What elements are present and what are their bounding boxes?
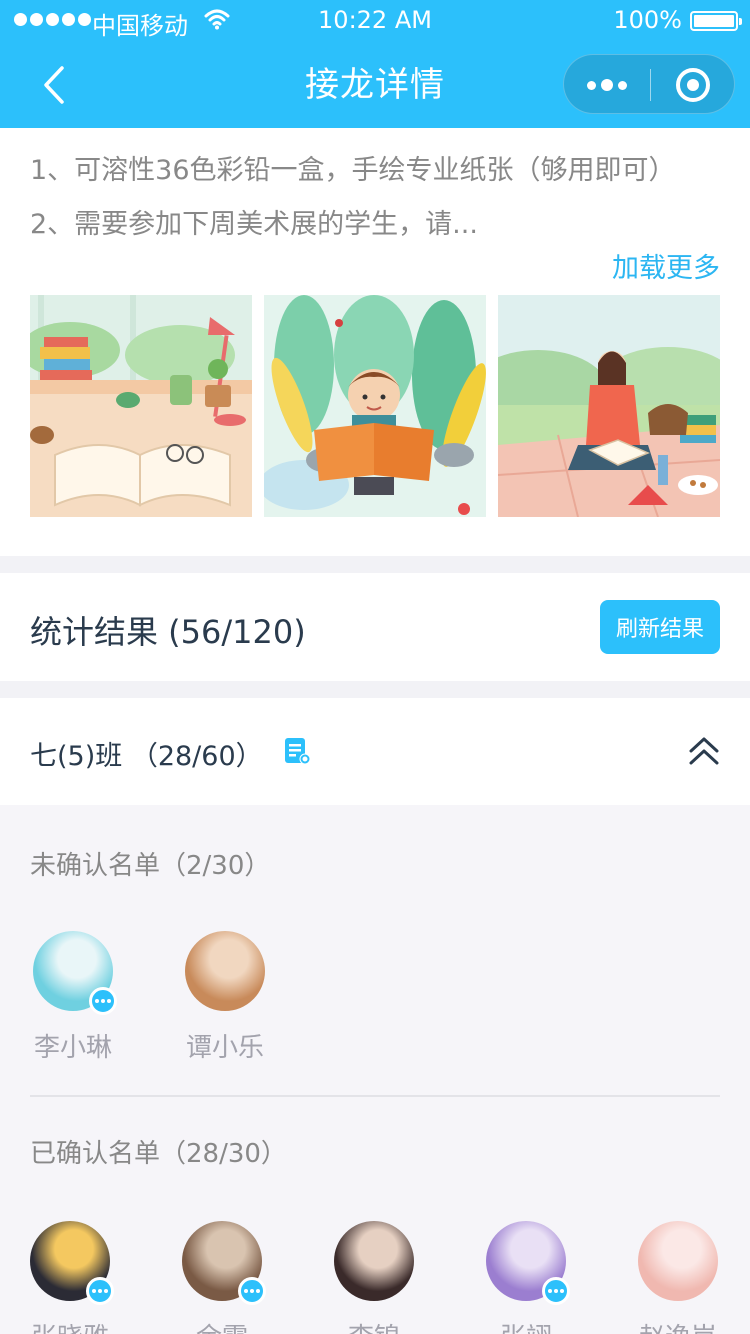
member-item[interactable]: 张晓雅 [15, 1221, 125, 1334]
member-name: 张翊 [471, 1317, 581, 1334]
avatar[interactable] [182, 1221, 266, 1305]
refresh-results-button[interactable]: 刷新结果 [600, 600, 720, 654]
boy-reading-illustration[interactable] [264, 295, 486, 517]
battery-icon [690, 11, 742, 31]
capsule-divider [650, 69, 651, 101]
member-item[interactable]: 李小琳 [18, 931, 128, 1064]
desk-books-illustration[interactable] [30, 295, 252, 517]
member-item[interactable]: 李锦 [319, 1221, 429, 1334]
member-item[interactable]: 张翊 [471, 1221, 581, 1334]
avatar[interactable] [638, 1221, 718, 1301]
member-name: 李锦 [319, 1317, 429, 1334]
member-name: 赵逸岚 [623, 1317, 733, 1334]
load-more-link[interactable]: 加载更多 [612, 246, 720, 285]
member-name: 张晓雅 [15, 1317, 125, 1334]
member-item[interactable]: 余霏 [167, 1221, 277, 1334]
more-options-icon[interactable] [564, 55, 650, 115]
avatar[interactable] [33, 931, 117, 1015]
avatar[interactable] [30, 1221, 114, 1305]
avatar[interactable] [185, 931, 265, 1011]
image-gallery [30, 295, 720, 517]
stats-title: 统计结果 (56/120) [30, 613, 306, 651]
mini-program-capsule [563, 54, 735, 114]
member-name: 谭小乐 [185, 1033, 264, 1063]
list-divider [30, 1095, 720, 1097]
top-bar: 中国移动 10:22 AM 100% 接龙详情 [0, 0, 750, 128]
avatar-image [638, 1221, 718, 1301]
description-line-2: 2、需要参加下周美术展的学生，请... [30, 209, 478, 240]
avatar-image [334, 1221, 414, 1301]
stats-card: 统计结果 (56/120) 刷新结果 [0, 573, 750, 681]
avatar[interactable] [334, 1221, 414, 1301]
member-name: 李小琳 [33, 1033, 112, 1063]
chat-bubble-icon[interactable] [86, 1277, 114, 1305]
avatar-image [185, 931, 265, 1011]
document-icon[interactable] [283, 737, 311, 765]
class-group-title: 七(5)班 （28/60） [30, 741, 263, 772]
member-lists: 未确认名单（2/30） 李小琳 谭小乐 已确认名单（28/30） 张晓雅 余霏 李锦 张… [0, 805, 750, 1334]
chat-bubble-icon[interactable] [542, 1277, 570, 1305]
class-group-header[interactable]: 七(5)班 （28/60） [0, 698, 750, 805]
avatar[interactable] [486, 1221, 570, 1305]
chat-bubble-icon[interactable] [89, 987, 117, 1015]
description-card: 1、可溶性36色彩铅一盒，手绘专业纸张（够用即可） 2、需要参加下周美术展的学生… [0, 128, 750, 556]
description-line-1: 1、可溶性36色彩铅一盒，手绘专业纸张（够用即可） [30, 155, 676, 186]
member-name: 余霏 [167, 1317, 277, 1334]
status-bar: 中国移动 10:22 AM 100% [0, 0, 750, 40]
chat-bubble-icon[interactable] [238, 1277, 266, 1305]
member-item[interactable]: 谭小乐 [170, 931, 280, 1064]
close-miniprogram-icon[interactable] [676, 68, 710, 102]
unconfirmed-list-label: 未确认名单（2/30） [30, 851, 271, 881]
battery-percent: 100% [613, 6, 682, 34]
collapse-chevron-icon[interactable] [688, 736, 720, 766]
girl-picnic-illustration[interactable] [498, 295, 720, 517]
confirmed-list-label: 已确认名单（28/30） [30, 1139, 287, 1169]
member-item[interactable]: 赵逸岚 [623, 1221, 733, 1334]
